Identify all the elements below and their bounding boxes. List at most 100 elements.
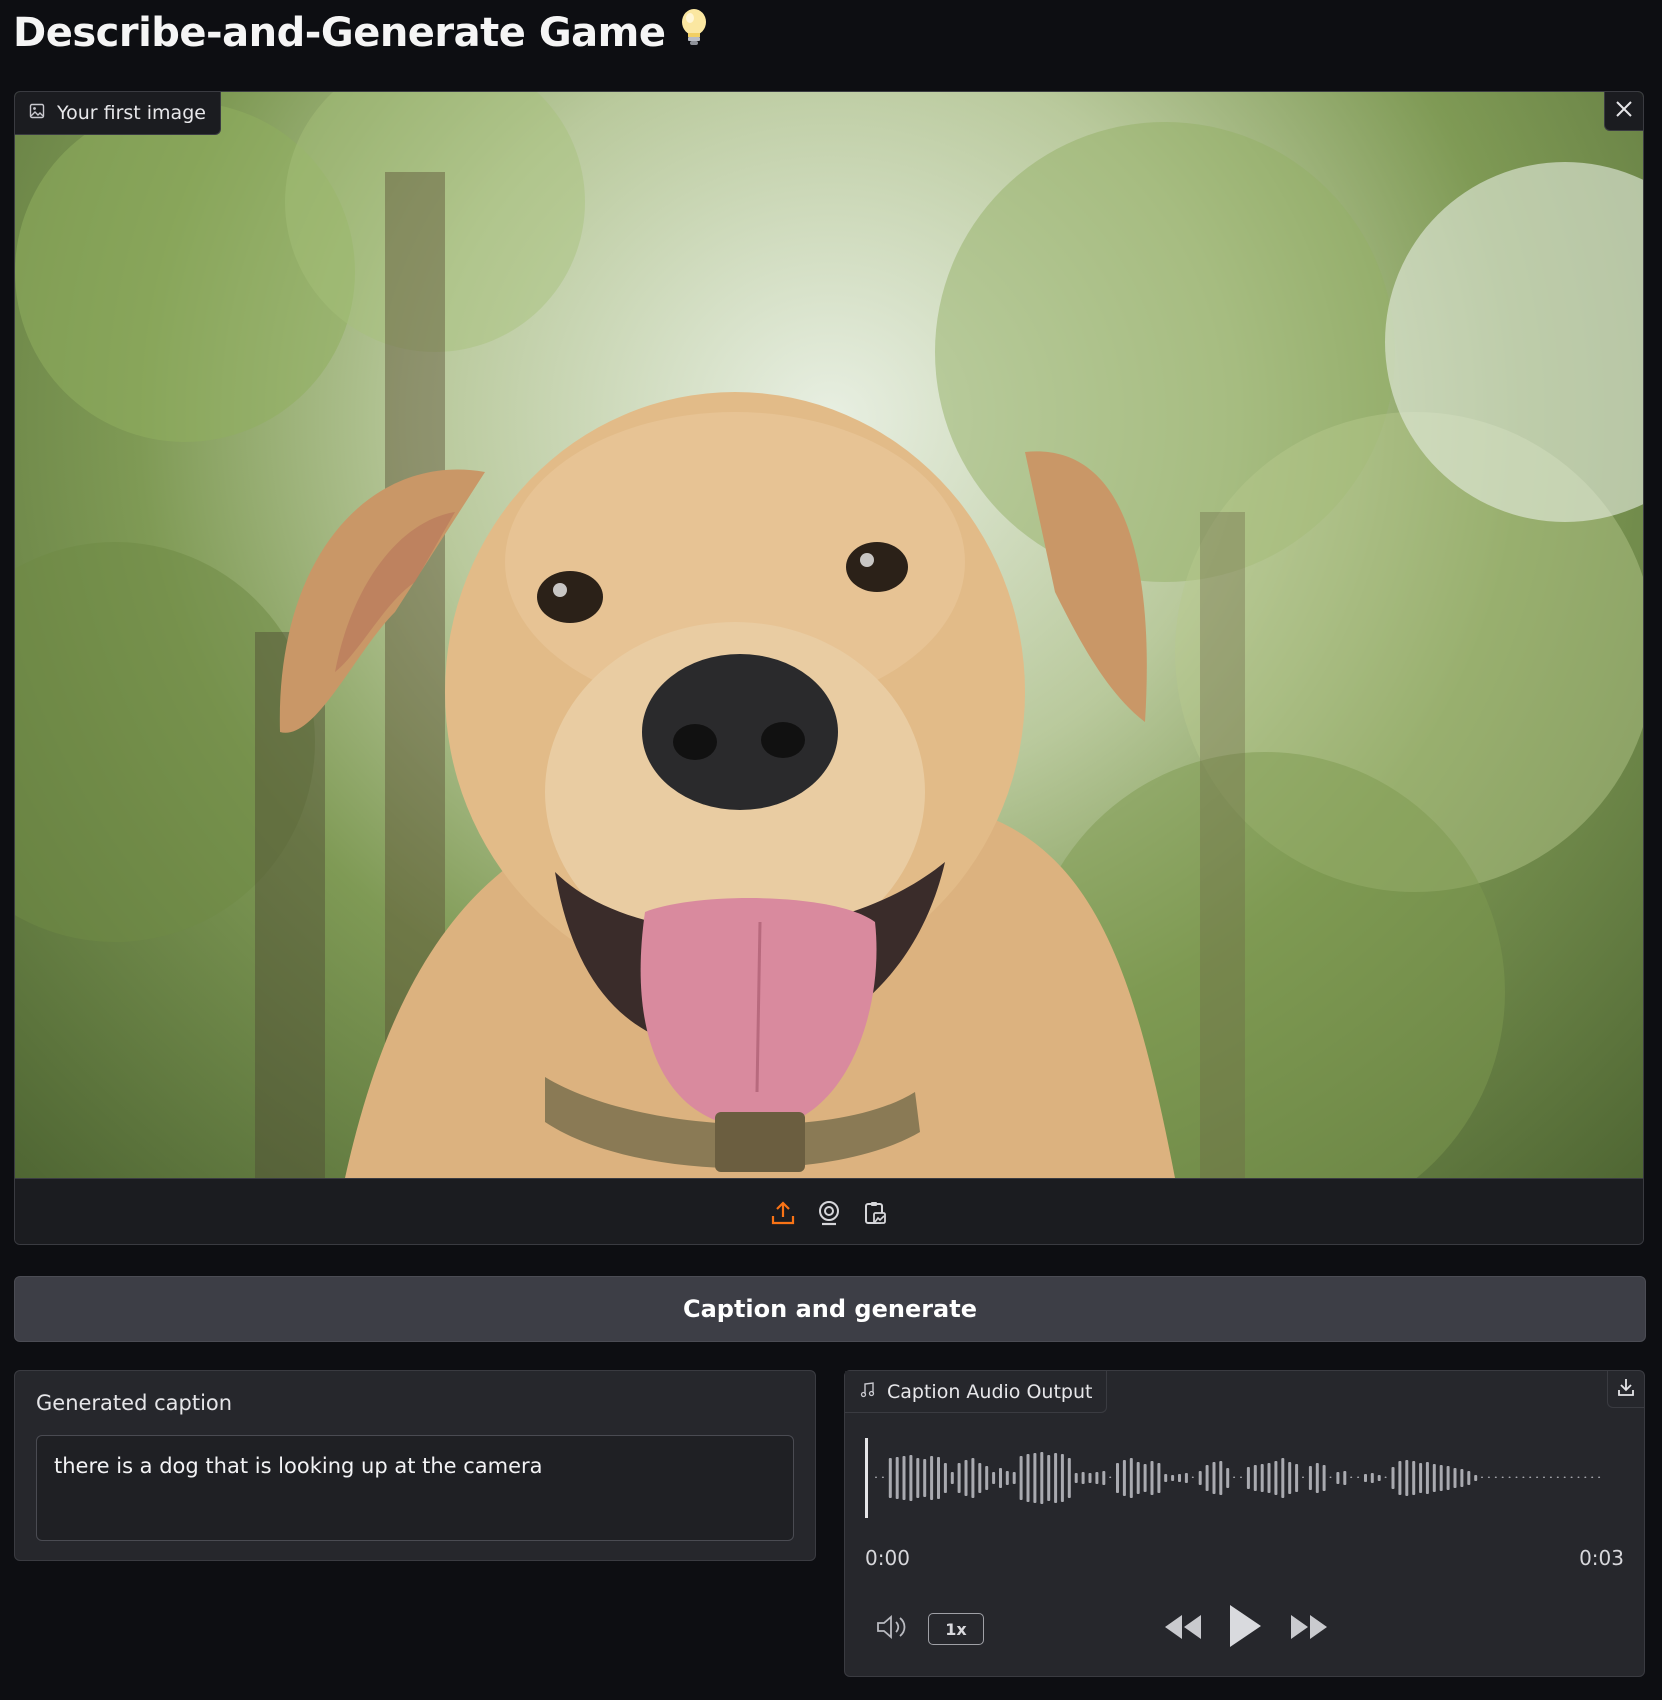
waveform-bar <box>1212 1462 1216 1494</box>
waveform-bar <box>1233 1476 1236 1478</box>
waveform-bar <box>1412 1461 1416 1495</box>
waveform-bar <box>1543 1476 1545 1478</box>
waveform-bar <box>1274 1461 1278 1495</box>
waveform-bar <box>916 1458 920 1498</box>
waveform-bar <box>1088 1473 1092 1483</box>
waveform-bar <box>1109 1476 1112 1478</box>
waveform-bar <box>1095 1472 1099 1484</box>
clipboard-icon[interactable] <box>861 1199 889 1227</box>
page-title-text: Describe-and-Generate Game <box>13 10 666 56</box>
waveform-bar <box>1054 1453 1058 1503</box>
waveform-bar <box>943 1463 947 1493</box>
play-icon <box>1227 1603 1263 1653</box>
caption-and-generate-button[interactable]: Caption and generate <box>14 1276 1646 1342</box>
fast-forward-icon <box>1289 1613 1329 1645</box>
play-button[interactable] <box>1223 1603 1267 1653</box>
waveform-bar <box>1570 1476 1573 1478</box>
waveform-bar <box>1357 1476 1360 1478</box>
waveform-bar <box>1481 1476 1483 1478</box>
waveform-bar <box>881 1476 884 1478</box>
waveform-bar <box>1350 1476 1353 1478</box>
waveform-bar <box>1143 1464 1147 1492</box>
waveform-bar <box>1171 1475 1175 1481</box>
waveform-bar <box>1219 1461 1223 1495</box>
waveform-bar <box>1157 1463 1161 1493</box>
waveform-bar <box>1164 1474 1168 1482</box>
close-icon <box>1614 99 1634 123</box>
waveform-bar <box>1074 1473 1078 1483</box>
waveform-bar <box>1370 1473 1374 1483</box>
waveform-bar <box>1198 1471 1202 1485</box>
image-input-block[interactable]: Your first image <box>14 91 1644 1245</box>
waveform-bar <box>1446 1466 1450 1490</box>
waveform-bar <box>1584 1476 1587 1478</box>
waveform-bar <box>923 1459 927 1497</box>
waveform-bar <box>957 1463 961 1493</box>
waveform-bar <box>1308 1466 1312 1490</box>
waveform-bar <box>1377 1475 1381 1481</box>
waveform-bar <box>1536 1476 1539 1478</box>
caption-audio-panel: Caption Audio Output 0:00 0:03 1x <box>844 1370 1645 1677</box>
image-source-bar <box>15 1178 1643 1244</box>
waveform-bar <box>1178 1474 1181 1482</box>
audio-block-label-text: Caption Audio Output <box>887 1380 1093 1403</box>
audio-controls: 1x <box>845 1599 1644 1659</box>
waveform-bar <box>909 1455 913 1501</box>
waveform-bar <box>1067 1458 1071 1498</box>
waveform-bar <box>1384 1476 1387 1478</box>
waveform-bar <box>1033 1453 1037 1503</box>
lightbulb-icon <box>679 8 709 58</box>
waveform-bar <box>1047 1455 1051 1501</box>
waveform-bar <box>1240 1476 1242 1478</box>
upload-icon[interactable] <box>769 1199 797 1227</box>
waveform-bar <box>1598 1476 1601 1478</box>
waveform-bar <box>992 1472 996 1484</box>
webcam-icon[interactable] <box>815 1199 843 1227</box>
waveform-bar <box>1364 1474 1367 1482</box>
waveform-bar <box>930 1456 934 1500</box>
waveform-bar <box>1081 1472 1085 1484</box>
waveform-bar <box>1529 1476 1532 1478</box>
download-audio-button[interactable] <box>1607 1371 1644 1408</box>
waveform-bar <box>1453 1468 1457 1488</box>
playback-rate-button[interactable]: 1x <box>928 1613 984 1645</box>
waveform-bar <box>1150 1461 1154 1495</box>
waveform-bar <box>1419 1463 1423 1493</box>
waveform-bar <box>1515 1476 1518 1478</box>
image-block-label-text: Your first image <box>57 102 206 124</box>
waveform-bar <box>895 1457 899 1499</box>
waveform-bar <box>950 1472 954 1484</box>
waveform-bar <box>999 1468 1002 1488</box>
audio-block-label: Caption Audio Output <box>845 1371 1108 1413</box>
audio-waveform[interactable] <box>865 1433 1625 1523</box>
waveform-bar <box>1343 1471 1347 1485</box>
waveform-bar <box>1460 1469 1464 1487</box>
waveform-bar <box>1136 1462 1140 1494</box>
volume-button[interactable] <box>873 1611 913 1647</box>
waveform-bar <box>1288 1462 1292 1494</box>
generated-caption-textbox[interactable]: there is a dog that is looking up at the… <box>36 1435 794 1541</box>
fast-forward-button[interactable] <box>1287 1609 1331 1649</box>
waveform-bar <box>1315 1463 1319 1493</box>
waveform-bar <box>1260 1464 1264 1492</box>
waveform-bar <box>888 1458 892 1498</box>
waveform-bar <box>1019 1456 1023 1500</box>
waveform-bar <box>902 1456 906 1500</box>
waveform-bar <box>1474 1475 1478 1481</box>
rewind-button[interactable] <box>1161 1609 1205 1649</box>
rewind-icon <box>1163 1613 1203 1645</box>
waveform-bar <box>1563 1476 1566 1478</box>
waveform-bar <box>1336 1472 1340 1484</box>
waveform-bar <box>1425 1462 1429 1494</box>
waveform-bar <box>1060 1454 1064 1502</box>
waveform-bar <box>1267 1463 1271 1493</box>
waveform-bar <box>1191 1476 1194 1478</box>
waveform-bar <box>875 1476 877 1478</box>
waveform-bar <box>1508 1476 1511 1478</box>
waveform-progress-cursor <box>865 1438 868 1518</box>
waveform-bar <box>1487 1476 1490 1478</box>
clear-image-button[interactable] <box>1604 92 1643 131</box>
waveform-bar <box>978 1463 982 1493</box>
waveform-bar <box>1432 1464 1436 1492</box>
waveform-bar <box>1129 1458 1133 1498</box>
